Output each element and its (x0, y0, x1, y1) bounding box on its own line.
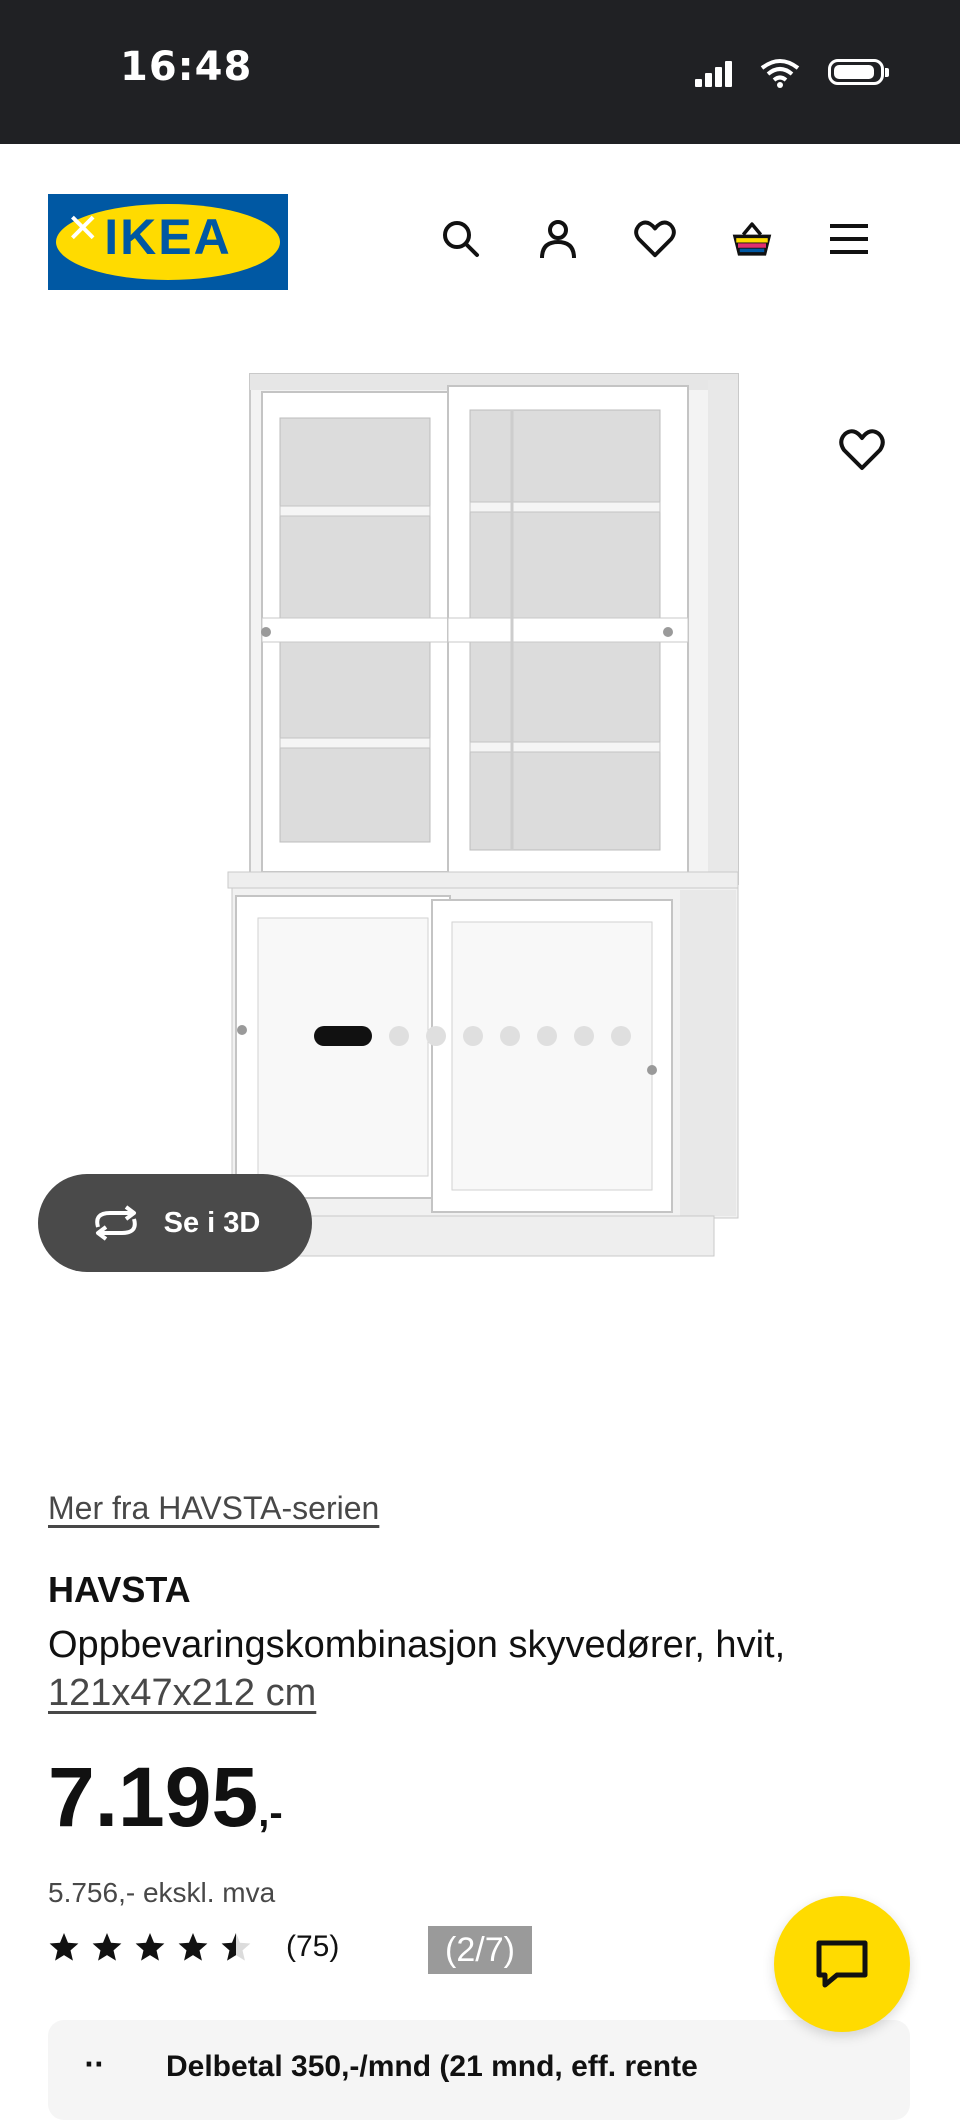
gallery-dot[interactable] (426, 1026, 446, 1046)
star-icon (135, 1933, 165, 1961)
gallery-dot[interactable] (389, 1026, 409, 1046)
wifi-icon (760, 59, 800, 88)
close-icon: ✕ (66, 206, 100, 252)
chat-button[interactable] (774, 1896, 910, 2032)
gallery-dot[interactable] (463, 1026, 483, 1046)
product-price: 7.195,- (48, 1755, 908, 1855)
view-3d-label: Se i 3D (163, 1206, 261, 1239)
price-ex-vat: 5.756,- ekskl. mva (48, 1877, 276, 1908)
gallery-dot[interactable] (314, 1026, 372, 1046)
star-icon (178, 1933, 208, 1961)
product-size-link[interactable]: 121x47x212 cm (48, 1669, 908, 1717)
basket-icon[interactable] (731, 218, 773, 260)
payment-text: Delbetal 350,-/mnd (21 mnd, eff. rente (166, 2050, 698, 2083)
gallery-dot[interactable] (574, 1026, 594, 1046)
header-nav (440, 218, 870, 260)
review-count: (75) (286, 1930, 340, 1963)
view-3d-button[interactable]: Se i 3D (38, 1174, 312, 1272)
rating-stars (48, 1931, 252, 1963)
site-header: IKEA ✕ (0, 144, 960, 324)
gallery-pagination (314, 1026, 631, 1046)
gallery-dot[interactable] (611, 1026, 631, 1046)
status-icons (695, 50, 889, 94)
star-icon (49, 1933, 79, 1961)
series-link[interactable]: Mer fra HAVSTA-serien (48, 1490, 908, 1527)
rating-row[interactable]: (75) (2/7) (48, 1926, 532, 1974)
rotate-3d-icon (94, 1205, 137, 1241)
user-icon[interactable] (537, 218, 579, 260)
menu-icon[interactable] (828, 218, 870, 260)
page-badge: (2/7) (428, 1926, 532, 1974)
product-description: Oppbevaringskombinasjon skyvedører, hvit… (48, 1624, 786, 1666)
heart-icon[interactable] (634, 218, 676, 260)
price-main: 7.195 (48, 1750, 259, 1844)
gallery-dot[interactable] (537, 1026, 557, 1046)
battery-icon (828, 59, 889, 85)
price-suffix: ,- (258, 1791, 283, 1835)
star-icon (92, 1933, 122, 1961)
status-bar: 16:48 (0, 0, 960, 144)
half-star-icon (221, 1933, 251, 1961)
favorite-icon[interactable] (838, 426, 886, 474)
product-info: Mer fra HAVSTA-serien HAVSTA Oppbevaring… (48, 1490, 908, 1974)
ikea-logo[interactable]: IKEA ✕ (48, 194, 288, 290)
product-name: HAVSTA (48, 1569, 191, 1610)
status-time: 16:48 (120, 44, 253, 90)
payment-option[interactable]: ·· Delbetal 350,-/mnd (21 mnd, eff. rent… (48, 2020, 910, 2120)
chat-icon (816, 1940, 868, 1988)
payment-icon: ·· (84, 2050, 104, 2080)
search-icon[interactable] (440, 218, 482, 260)
gallery-dot[interactable] (500, 1026, 520, 1046)
signal-icon (695, 57, 732, 87)
product-gallery[interactable]: Se i 3D (0, 324, 960, 1384)
